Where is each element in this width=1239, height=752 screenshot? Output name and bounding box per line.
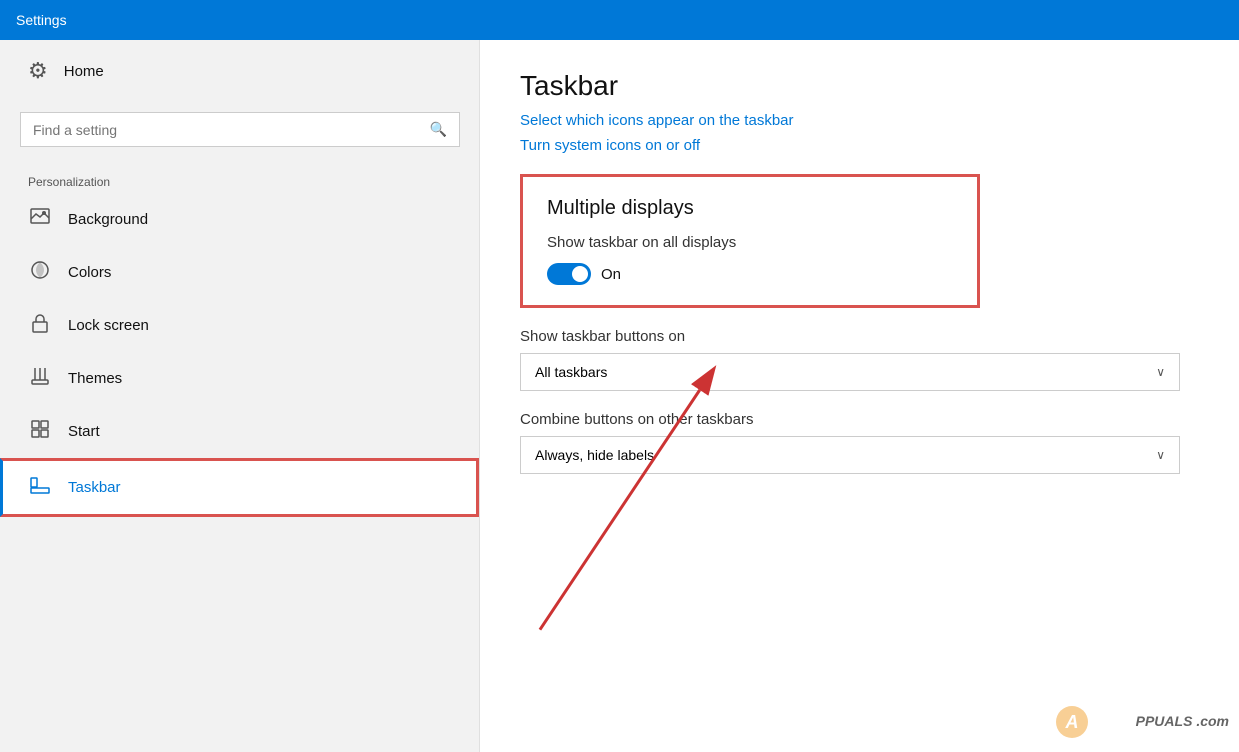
sidebar: ⚙ Home 🔍 Personalization Background Colo… — [0, 40, 480, 752]
page-title: Taskbar — [520, 70, 1199, 102]
sidebar-item-colors[interactable]: Colors — [0, 246, 479, 299]
sidebar-item-taskbar[interactable]: Taskbar — [0, 458, 479, 517]
watermark-domain: PPUALS — [1136, 713, 1193, 729]
search-input[interactable] — [33, 122, 430, 138]
search-box[interactable]: 🔍 — [20, 112, 460, 147]
watermark-text: A PPUALS .com — [1052, 713, 1229, 729]
combine-buttons-dropdown[interactable]: Always, hide labels ∨ — [520, 436, 1180, 474]
start-icon — [28, 419, 52, 444]
toggle-row: On — [547, 263, 953, 285]
show-taskbar-buttons-arrow: ∨ — [1156, 365, 1165, 379]
show-taskbar-label: Show taskbar on all displays — [547, 234, 953, 251]
show-taskbar-toggle[interactable] — [547, 263, 591, 285]
lockscreen-icon — [28, 313, 52, 338]
multiple-displays-title: Multiple displays — [547, 197, 953, 220]
settings-title: Settings — [16, 12, 67, 28]
taskbar-label: Taskbar — [68, 479, 121, 496]
select-icons-link[interactable]: Select which icons appear on the taskbar — [520, 112, 1199, 129]
search-icon[interactable]: 🔍 — [430, 121, 447, 138]
system-icons-link[interactable]: Turn system icons on or off — [520, 137, 1199, 154]
multiple-displays-section: Multiple displays Show taskbar on all di… — [520, 174, 980, 308]
title-bar: Settings — [0, 0, 1239, 40]
main-content: Taskbar Select which icons appear on the… — [480, 40, 1239, 752]
sidebar-item-background[interactable]: Background — [0, 193, 479, 246]
home-label: Home — [64, 63, 104, 80]
colors-icon — [28, 260, 52, 285]
start-label: Start — [68, 423, 100, 440]
svg-text:A: A — [1064, 712, 1078, 732]
background-label: Background — [68, 211, 148, 228]
colors-label: Colors — [68, 264, 111, 281]
show-taskbar-buttons-label: Show taskbar buttons on — [520, 328, 1199, 345]
combine-buttons-section: Combine buttons on other taskbars Always… — [520, 411, 1199, 474]
search-box-wrap: 🔍 — [0, 102, 479, 167]
personalization-label: Personalization — [0, 167, 479, 193]
show-taskbar-buttons-dropdown[interactable]: All taskbars ∨ — [520, 353, 1180, 391]
combine-buttons-arrow: ∨ — [1156, 448, 1165, 462]
background-icon — [28, 207, 52, 232]
taskbar-icon — [28, 475, 52, 500]
toggle-state-label: On — [601, 266, 621, 283]
themes-icon — [28, 366, 52, 391]
combine-buttons-value: Always, hide labels — [535, 447, 654, 463]
sidebar-item-themes[interactable]: Themes — [0, 352, 479, 405]
sidebar-item-lockscreen[interactable]: Lock screen — [0, 299, 479, 352]
show-taskbar-buttons-value: All taskbars — [535, 364, 607, 380]
watermark: A PPUALS .com — [1052, 702, 1229, 742]
themes-label: Themes — [68, 370, 122, 387]
combine-buttons-label: Combine buttons on other taskbars — [520, 411, 1199, 428]
lockscreen-label: Lock screen — [68, 317, 149, 334]
show-taskbar-buttons-section: Show taskbar buttons on All taskbars ∨ — [520, 328, 1199, 391]
home-icon: ⚙ — [28, 58, 48, 84]
sidebar-home[interactable]: ⚙ Home — [0, 40, 479, 102]
watermark-tld: .com — [1196, 713, 1229, 729]
sidebar-item-start[interactable]: Start — [0, 405, 479, 458]
